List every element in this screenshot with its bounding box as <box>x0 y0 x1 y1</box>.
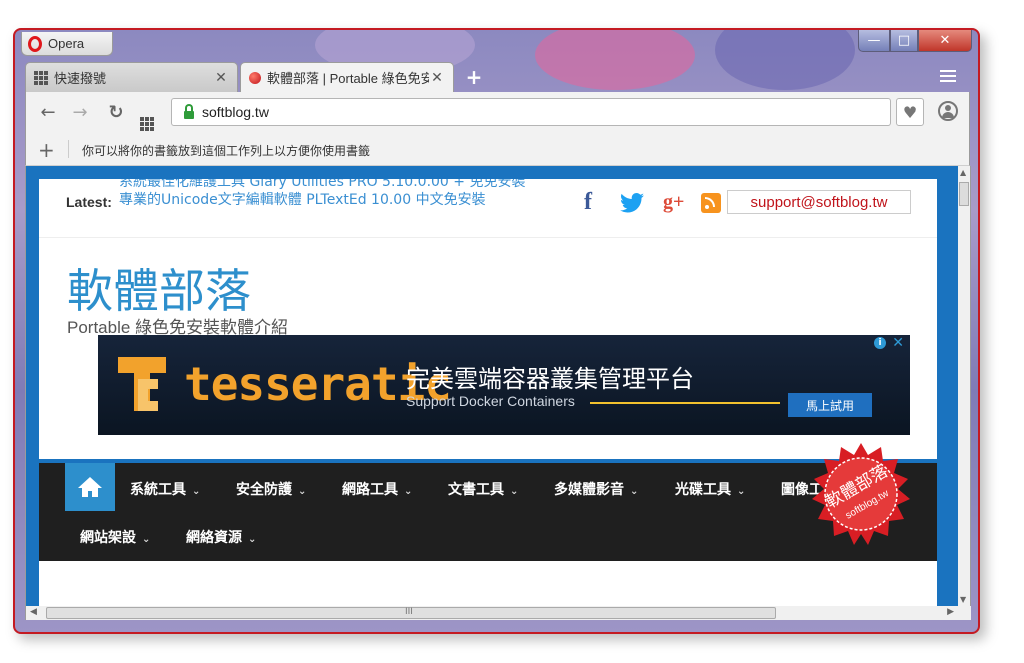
scroll-right-icon[interactable]: ▶ <box>947 607 954 617</box>
chevron-down-icon: ⌄ <box>510 486 519 497</box>
nav-item[interactable]: 文書工具 ⌄ <box>448 479 518 499</box>
chevron-down-icon: ⌄ <box>192 486 201 497</box>
speed-dial-icon <box>34 70 48 85</box>
site-title[interactable]: 軟體部落 <box>67 255 251 321</box>
site-favicon-icon <box>249 71 261 84</box>
heart-icon: ♥ <box>902 102 918 122</box>
softblog-stamp-logo: 軟體部落 softblog.tw <box>812 443 910 545</box>
ticker-item[interactable]: 系統最佳化維護工具 Glary Utilities PRO 5.10.0.00 … <box>119 179 559 191</box>
nav-item[interactable]: 系統工具 ⌄ <box>130 479 200 499</box>
minimize-icon: — <box>867 33 881 48</box>
nav-item[interactable]: 多媒體影音 ⌄ <box>554 479 638 499</box>
ad-banner[interactable]: tesseratic 完美雲端容器叢集管理平台 Support Docker C… <box>98 335 910 435</box>
page-viewport: Latest: 系統最佳化維護工具 Glary Utilities PRO 5.… <box>25 166 958 606</box>
opera-menu-label: Opera <box>48 36 85 51</box>
nav-item-label: 多媒體影音 <box>554 482 624 498</box>
profile-icon[interactable] <box>938 101 958 121</box>
home-icon <box>78 477 102 497</box>
navigation-toolbar: ← → ↻ softblog.tw ♥ <box>25 92 970 132</box>
ad-cta-button[interactable]: 馬上試用 <box>788 393 872 417</box>
ad-tagline: Support Docker Containers <box>406 393 575 409</box>
nav-item[interactable]: 安全防護 ⌄ <box>236 479 306 499</box>
facebook-icon[interactable]: f <box>584 189 592 216</box>
ad-close-icon[interactable]: ✕ <box>892 335 904 351</box>
bookmark-heart-button[interactable]: ♥ <box>896 98 924 126</box>
minimize-button[interactable]: — <box>858 30 890 52</box>
home-button[interactable] <box>65 463 115 511</box>
nav-item-label: 網路工具 <box>342 482 398 498</box>
nav-item[interactable]: 網路工具 ⌄ <box>342 479 412 499</box>
tab-label: 快速撥號 <box>54 71 107 86</box>
tab-menu-icon[interactable] <box>940 70 956 85</box>
vertical-scrollbar[interactable]: ▲ ▼ <box>958 166 971 606</box>
forward-button[interactable]: → <box>70 102 90 123</box>
chevron-down-icon: ⌄ <box>298 486 307 497</box>
back-button[interactable]: ← <box>38 102 58 123</box>
scroll-corner <box>958 606 971 620</box>
scroll-up-icon[interactable]: ▲ <box>960 168 966 177</box>
address-bar[interactable]: softblog.tw <box>171 98 891 126</box>
browser-window: Opera — □ ✕ 快速撥號 ✕ 軟體部落 | Portable 綠色免安 … <box>13 28 980 634</box>
speed-dial-icon <box>140 117 154 131</box>
bookmarks-divider <box>68 140 69 158</box>
bookmarks-bar: + 你可以將你的書籤放到這個工作列上以方便你使用書籤 <box>25 132 970 166</box>
chevron-down-icon: ⌄ <box>404 486 413 497</box>
chevron-down-icon: ⌄ <box>737 486 746 497</box>
rss-icon[interactable] <box>701 193 721 213</box>
nav-item-label: 光碟工具 <box>675 482 731 498</box>
title-bar: Opera — □ ✕ <box>15 30 978 62</box>
new-tab-button[interactable]: + <box>462 65 486 89</box>
scroll-left-icon[interactable]: ◀ <box>30 607 37 617</box>
latest-bar: Latest: 系統最佳化維護工具 Glary Utilities PRO 5.… <box>39 179 937 238</box>
nav-item[interactable]: 光碟工具 ⌄ <box>675 479 745 499</box>
reload-button[interactable]: ↻ <box>106 102 126 123</box>
nav-item[interactable]: 網絡資源 ⌄ <box>186 527 256 547</box>
main-nav: 系統工具 ⌄ 安全防護 ⌄ 網路工具 ⌄ 文書工具 ⌄ 多媒體影音 ⌄ 光碟工具 ⌄ 圖像工… <box>39 463 937 561</box>
tab-label: 軟體部落 | Portable 綠色免安 <box>267 71 429 86</box>
close-window-button[interactable]: ✕ <box>918 30 972 52</box>
chevron-down-icon: ⌄ <box>248 534 257 545</box>
tesseratic-logo-icon <box>118 357 166 411</box>
maximize-button[interactable]: □ <box>890 30 918 52</box>
maximize-icon: □ <box>897 33 911 48</box>
horizontal-scroll-thumb[interactable]: III <box>46 607 776 619</box>
nav-item[interactable]: 網站架設 ⌄ <box>80 527 150 547</box>
tab-strip: 快速撥號 ✕ 軟體部落 | Portable 綠色免安 ✕ + <box>25 62 970 92</box>
url-text: softblog.tw <box>202 104 269 120</box>
opera-logo-icon <box>28 35 42 52</box>
twitter-icon[interactable] <box>619 193 645 213</box>
googleplus-icon[interactable]: g+ <box>663 191 684 214</box>
opera-menu-button[interactable]: Opera <box>21 32 113 56</box>
chevron-down-icon: ⌄ <box>630 486 639 497</box>
tab-softblog[interactable]: 軟體部落 | Portable 綠色免安 ✕ <box>240 62 454 92</box>
speed-dial-button[interactable] <box>140 105 160 131</box>
lock-icon <box>184 104 194 119</box>
scroll-down-icon[interactable]: ▼ <box>960 595 966 604</box>
nav-item-label: 網站架設 <box>80 530 136 546</box>
nav-item-label: 系統工具 <box>130 482 186 498</box>
add-bookmark-button[interactable]: + <box>38 138 55 162</box>
ad-headline: 完美雲端容器叢集管理平台 <box>406 365 694 393</box>
scroll-grip-icon: III <box>405 607 413 617</box>
nav-item-label: 文書工具 <box>448 482 504 498</box>
support-email-link[interactable]: support@softblog.tw <box>727 190 911 214</box>
horizontal-scrollbar[interactable]: ◀ III ▶ <box>25 606 958 620</box>
tab-speed-dial[interactable]: 快速撥號 ✕ <box>25 62 238 92</box>
news-ticker[interactable]: 系統最佳化維護工具 Glary Utilities PRO 5.10.0.00 … <box>119 179 559 215</box>
chevron-down-icon: ⌄ <box>142 534 151 545</box>
ticker-item[interactable]: 專業的Unicode文字編輯軟體 PLTextEd 10.00 中文免安裝 <box>119 191 559 209</box>
nav-item-label: 安全防護 <box>236 482 292 498</box>
tab-close-icon[interactable]: ✕ <box>213 69 229 86</box>
bookmarks-hint-text: 你可以將你的書籤放到這個工作列上以方便你使用書籤 <box>82 144 371 158</box>
vertical-scroll-thumb[interactable] <box>959 182 969 206</box>
ad-divider <box>590 402 780 404</box>
latest-label: Latest: <box>66 194 112 210</box>
ad-info-icon[interactable]: i <box>874 337 886 349</box>
nav-item-label: 網絡資源 <box>186 530 242 546</box>
tab-close-icon[interactable]: ✕ <box>429 69 445 86</box>
web-page: Latest: 系統最佳化維護工具 Glary Utilities PRO 5.… <box>39 179 937 606</box>
close-icon: ✕ <box>939 33 951 48</box>
